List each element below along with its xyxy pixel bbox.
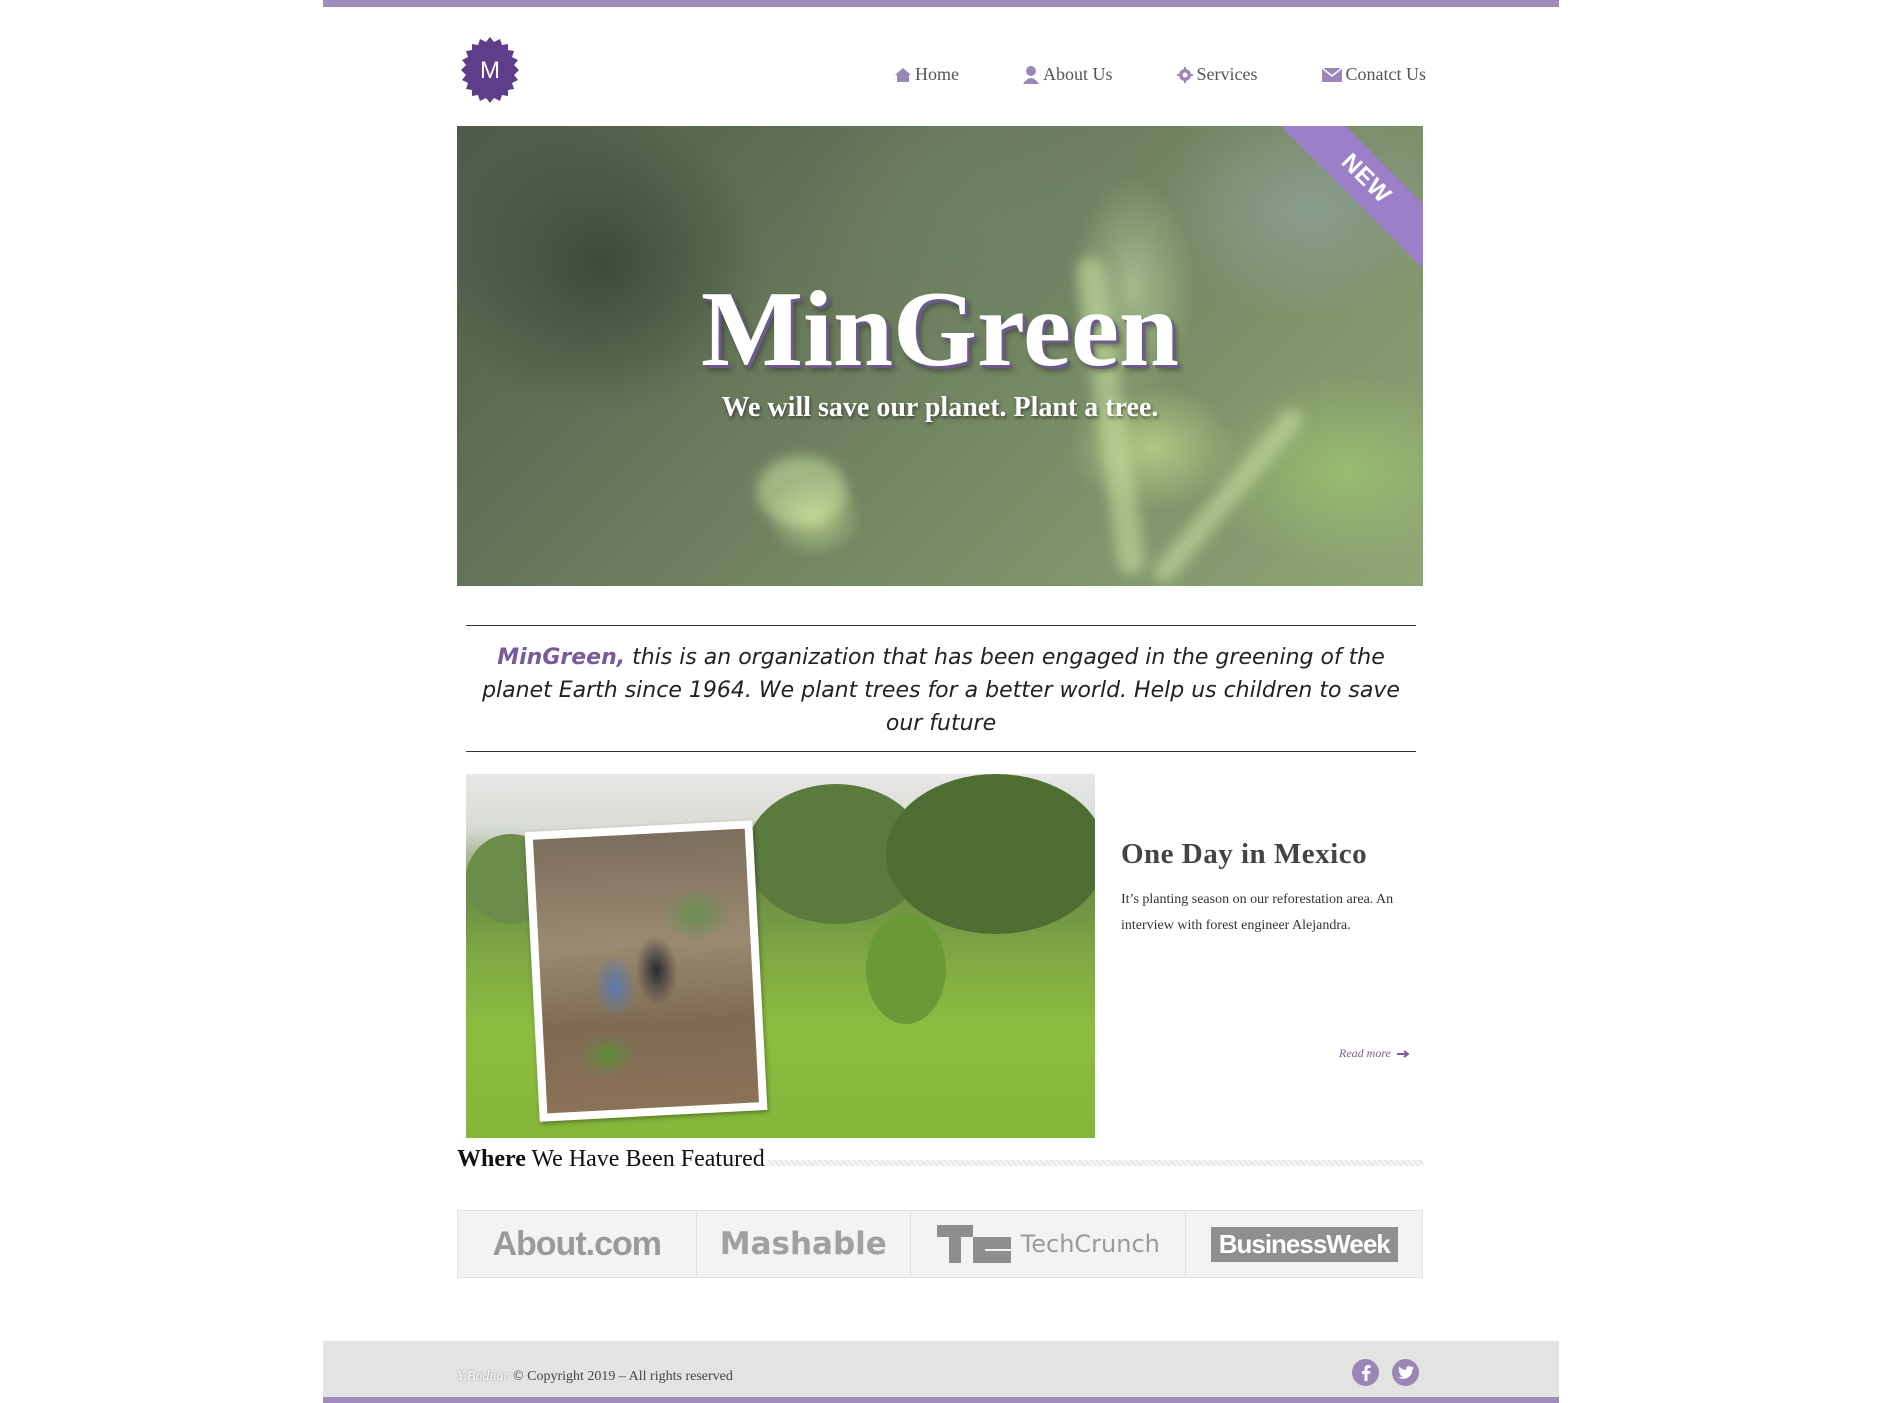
hero-plant-leaf	[757, 456, 847, 526]
home-icon	[895, 67, 911, 82]
mashable-logo-text: Mashable	[719, 1226, 887, 1262]
about-logo-text: About.com	[492, 1224, 662, 1263]
user-icon	[1023, 65, 1039, 84]
hero-plant-stem	[1148, 404, 1308, 586]
logo-techcrunch[interactable]: TechCrunch	[911, 1211, 1187, 1277]
article-title: One Day in Mexico	[1121, 838, 1368, 870]
article-photo	[466, 774, 1095, 1138]
new-ribbon-label: NEW	[1283, 126, 1423, 266]
intro-text: MinGreen, this is an organization that h…	[466, 641, 1416, 740]
logo-businessweek[interactable]: BusinessWeek	[1186, 1211, 1422, 1277]
facebook-icon	[1361, 1364, 1370, 1381]
main-nav: Home About Us Services Conatct Us	[831, 64, 1426, 85]
read-more-label: Read more	[1339, 1046, 1391, 1060]
nav-services[interactable]: Services	[1176, 64, 1258, 85]
read-more-link[interactable]: Read more	[1339, 1046, 1409, 1061]
hero-subtitle: We will save our planet. Plant a tree.	[721, 392, 1159, 423]
facebook-button[interactable]	[1352, 1359, 1379, 1386]
logo-about[interactable]: About.com	[458, 1211, 697, 1277]
arrow-right-icon	[1396, 1049, 1409, 1058]
divider-bottom	[466, 751, 1416, 752]
techcrunch-logo-text: TechCrunch	[1020, 1230, 1160, 1258]
hero-title: MinGreen	[701, 270, 1179, 389]
nav-contact-label: Conatct Us	[1345, 64, 1427, 84]
article-body: It’s planting season on our reforestatio…	[1121, 892, 1394, 933]
twitter-icon	[1397, 1366, 1414, 1379]
divider-top	[466, 625, 1416, 626]
nav-home-label: Home	[915, 64, 959, 84]
page: M Home About Us Services Conatct Us NEW …	[323, 0, 1559, 1403]
nav-about[interactable]: About Us	[1023, 64, 1113, 85]
nav-home[interactable]: Home	[895, 64, 959, 85]
techcrunch-mark-icon	[936, 1225, 1011, 1263]
top-accent-bar	[323, 0, 1559, 7]
twitter-button[interactable]	[1392, 1359, 1419, 1386]
nav-about-label: About Us	[1043, 64, 1113, 84]
polaroid-photo	[524, 820, 768, 1122]
footer-text: Y.Bodnar © Copyright 2019 – All rights re…	[457, 1369, 733, 1385]
footer-copyright: © Copyright 2019 – All rights reserved	[513, 1369, 733, 1384]
nav-services-label: Services	[1196, 64, 1258, 84]
photo-tree	[866, 914, 946, 1024]
intro-brand: MinGreen,	[497, 645, 626, 670]
featured-title-bold: Where	[457, 1146, 526, 1172]
featured-title: Where We Have Been Featured	[457, 1146, 765, 1173]
featured-logos: About.com Mashable TechCrunch BusinessWe…	[457, 1210, 1423, 1278]
logo-mashable[interactable]: Mashable	[697, 1211, 912, 1277]
photo-tree	[886, 774, 1095, 934]
nav-contact[interactable]: Conatct Us	[1321, 64, 1427, 85]
businessweek-logo-text: BusinessWeek	[1210, 1226, 1398, 1262]
logo-letter: M	[480, 57, 500, 84]
new-ribbon: NEW	[1283, 126, 1423, 266]
gear-icon	[1176, 66, 1193, 83]
featured-divider	[767, 1160, 1423, 1166]
footer-accent-bar	[323, 1397, 1559, 1403]
envelope-icon	[1321, 67, 1342, 82]
hero-banner: NEW MinGreen We will save our planet. Pl…	[457, 126, 1423, 586]
featured-title-rest: We Have Been Featured	[525, 1146, 765, 1172]
footer-signature: Y.Bodnar	[457, 1369, 510, 1384]
site-logo[interactable]: M	[457, 37, 523, 103]
